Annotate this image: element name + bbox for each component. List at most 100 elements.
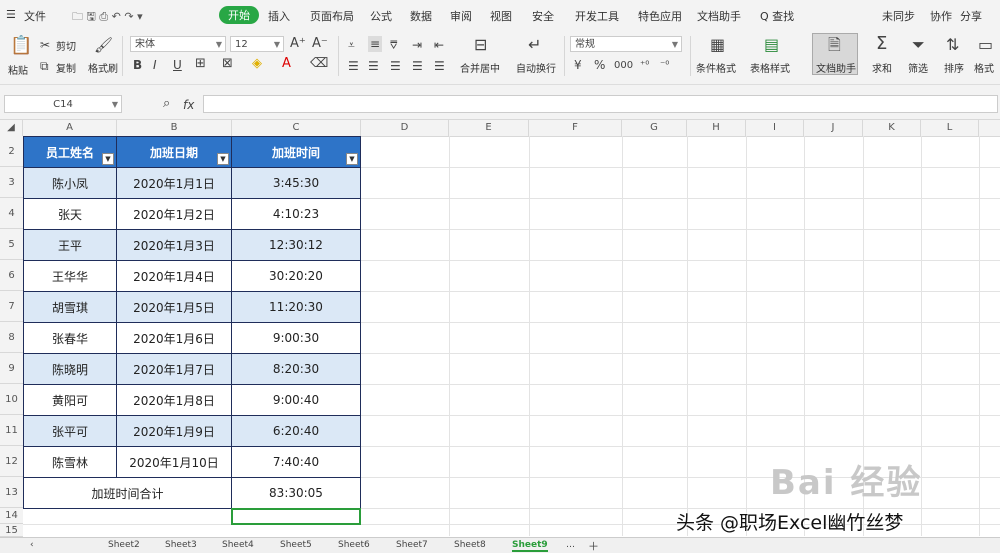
row-header-13[interactable]: 13 bbox=[0, 477, 23, 508]
justify-icon[interactable]: ☰ bbox=[412, 58, 423, 74]
format-icon[interactable]: ▭ bbox=[978, 37, 993, 53]
sheet-tab[interactable]: Sheet2 bbox=[108, 540, 140, 550]
copy-icon[interactable]: ⧉ bbox=[40, 58, 49, 74]
table-cell[interactable]: 2020年1月6日 bbox=[116, 322, 232, 354]
menu-hamburger-icon[interactable]: ☰ bbox=[6, 8, 16, 21]
select-all-corner[interactable]: ◢ bbox=[0, 120, 23, 136]
fill-color-icon[interactable]: ◈ bbox=[252, 56, 262, 72]
column-header-e[interactable]: E bbox=[449, 120, 529, 136]
table-cell[interactable]: 黄阳可 bbox=[23, 384, 117, 416]
menu-search[interactable]: Q 查找 bbox=[760, 8, 794, 24]
align-center-icon[interactable]: ☰ bbox=[368, 58, 379, 74]
table-cell[interactable]: 7:40:40 bbox=[231, 446, 361, 478]
header-cell-name[interactable]: 员工姓名 ▼ bbox=[23, 136, 117, 168]
table-cell[interactable]: 3:45:30 bbox=[231, 167, 361, 199]
wrap-text-icon[interactable]: ↵ bbox=[528, 37, 541, 53]
decrease-decimal-icon[interactable]: ⁻⁰ bbox=[660, 58, 669, 74]
table-cell[interactable]: 张春华 bbox=[23, 322, 117, 354]
row-header-15[interactable]: 15 bbox=[0, 524, 23, 537]
table-cell[interactable]: 陈雪林 bbox=[23, 446, 117, 478]
column-header-j[interactable]: J bbox=[804, 120, 863, 136]
increase-decimal-icon[interactable]: ⁺⁰ bbox=[640, 58, 649, 74]
menu-file[interactable]: 文件 bbox=[24, 8, 46, 24]
sheet-tab[interactable]: Sheet3 bbox=[165, 540, 197, 550]
filter-dropdown-icon[interactable]: ▼ bbox=[346, 153, 358, 165]
indent-icon[interactable]: ⇥ bbox=[412, 37, 422, 53]
menu-review[interactable]: 审阅 bbox=[450, 8, 472, 24]
header-cell-time[interactable]: 加班时间 ▼ bbox=[231, 136, 361, 168]
table-cell[interactable]: 王平 bbox=[23, 229, 117, 261]
outdent-icon[interactable]: ⇤ bbox=[434, 37, 444, 53]
clear-format-icon[interactable]: ⌫ bbox=[310, 56, 328, 72]
table-cell[interactable]: 2020年1月4日 bbox=[116, 260, 232, 292]
quick-access-icons[interactable]: 🗀 🖫 ⎙ ↶ ↷ ▾ bbox=[72, 8, 143, 27]
filter-icon[interactable]: ⏷ bbox=[912, 37, 925, 53]
table-cell[interactable]: 9:00:40 bbox=[231, 384, 361, 416]
table-cell[interactable]: 11:20:30 bbox=[231, 291, 361, 323]
tab-scroll-left-icon[interactable]: ‹ bbox=[30, 540, 34, 550]
column-header-a[interactable]: A bbox=[23, 120, 117, 136]
row-header-9[interactable]: 9 bbox=[0, 353, 23, 384]
table-cell[interactable]: 2020年1月1日 bbox=[116, 167, 232, 199]
table-cell[interactable]: 8:20:30 bbox=[231, 353, 361, 385]
table-cell[interactable]: 2020年1月10日 bbox=[116, 446, 232, 478]
merge-center-icon[interactable]: ⊟ bbox=[474, 37, 487, 53]
table-cell[interactable]: 2020年1月7日 bbox=[116, 353, 232, 385]
merge-cells-icon[interactable]: ⊠ bbox=[222, 56, 233, 72]
currency-icon[interactable]: ¥ bbox=[574, 57, 582, 73]
zoom-icon[interactable]: ⌕ bbox=[163, 96, 170, 112]
number-format-select[interactable]: 常规 ▼ bbox=[570, 36, 682, 52]
copy-label[interactable]: 复制 bbox=[56, 60, 76, 75]
formula-input[interactable] bbox=[203, 95, 998, 113]
sheet-tab-active[interactable]: Sheet9 bbox=[512, 540, 548, 552]
sheet-tab[interactable]: Sheet7 bbox=[396, 540, 428, 550]
filter-dropdown-icon[interactable]: ▼ bbox=[102, 153, 114, 165]
font-shrink-icon[interactable]: A⁻ bbox=[312, 36, 328, 52]
menu-data[interactable]: 数据 bbox=[410, 8, 432, 24]
name-box[interactable]: C14 ▼ bbox=[4, 95, 122, 113]
sum-icon[interactable]: Σ bbox=[876, 35, 887, 53]
table-cell[interactable]: 2020年1月9日 bbox=[116, 415, 232, 447]
merge-center-label[interactable]: 合并居中 bbox=[460, 60, 500, 75]
table-cell[interactable]: 2020年1月2日 bbox=[116, 198, 232, 230]
sort-icon[interactable]: ⇅ bbox=[946, 37, 959, 53]
align-middle-icon[interactable]: ≡ bbox=[368, 36, 383, 52]
column-header-h[interactable]: H bbox=[687, 120, 746, 136]
format-label[interactable]: 格式 bbox=[974, 60, 994, 75]
table-cell[interactable]: 9:00:30 bbox=[231, 322, 361, 354]
row-header-12[interactable]: 12 bbox=[0, 446, 23, 477]
row-header-10[interactable]: 10 bbox=[0, 384, 23, 415]
menu-security[interactable]: 安全 bbox=[532, 8, 554, 24]
row-header-11[interactable]: 11 bbox=[0, 415, 23, 446]
table-cell[interactable]: 2020年1月3日 bbox=[116, 229, 232, 261]
column-header-l[interactable]: L bbox=[921, 120, 979, 136]
table-cell[interactable]: 胡雪琪 bbox=[23, 291, 117, 323]
filter-dropdown-icon[interactable]: ▼ bbox=[217, 153, 229, 165]
underline-icon[interactable]: U bbox=[173, 57, 182, 73]
conditional-format-icon[interactable]: ▦ bbox=[710, 37, 725, 53]
row-header-4[interactable]: 4 bbox=[0, 198, 23, 229]
sheet-tab[interactable]: Sheet4 bbox=[222, 540, 254, 550]
row-header-2[interactable]: 2 bbox=[0, 136, 23, 167]
filter-label[interactable]: 筛选 bbox=[908, 60, 928, 75]
table-cell[interactable]: 2020年1月5日 bbox=[116, 291, 232, 323]
table-cell[interactable]: 4:10:23 bbox=[231, 198, 361, 230]
percent-icon[interactable]: % bbox=[594, 57, 605, 73]
font-grow-icon[interactable]: A⁺ bbox=[290, 36, 306, 52]
align-bottom-icon[interactable]: ⩢ bbox=[390, 37, 397, 53]
row-header-8[interactable]: 8 bbox=[0, 322, 23, 353]
font-color-icon[interactable]: A bbox=[282, 56, 291, 72]
thousands-icon[interactable]: 000 bbox=[614, 58, 633, 74]
wrap-text-label[interactable]: 自动换行 bbox=[516, 60, 556, 75]
font-size-select[interactable]: 12 ▼ bbox=[230, 36, 284, 52]
align-right-icon[interactable]: ☰ bbox=[390, 58, 401, 74]
paste-label[interactable]: 粘贴 bbox=[8, 62, 28, 77]
menu-formulas[interactable]: 公式 bbox=[370, 8, 392, 24]
header-cell-date[interactable]: 加班日期 ▼ bbox=[116, 136, 232, 168]
row-header-3[interactable]: 3 bbox=[0, 167, 23, 198]
table-cell[interactable]: 陈小凤 bbox=[23, 167, 117, 199]
sync-status[interactable]: 未同步 bbox=[882, 8, 915, 24]
table-cell[interactable]: 张天 bbox=[23, 198, 117, 230]
italic-icon[interactable]: I bbox=[153, 57, 157, 73]
more-tabs-icon[interactable]: … bbox=[566, 540, 575, 550]
